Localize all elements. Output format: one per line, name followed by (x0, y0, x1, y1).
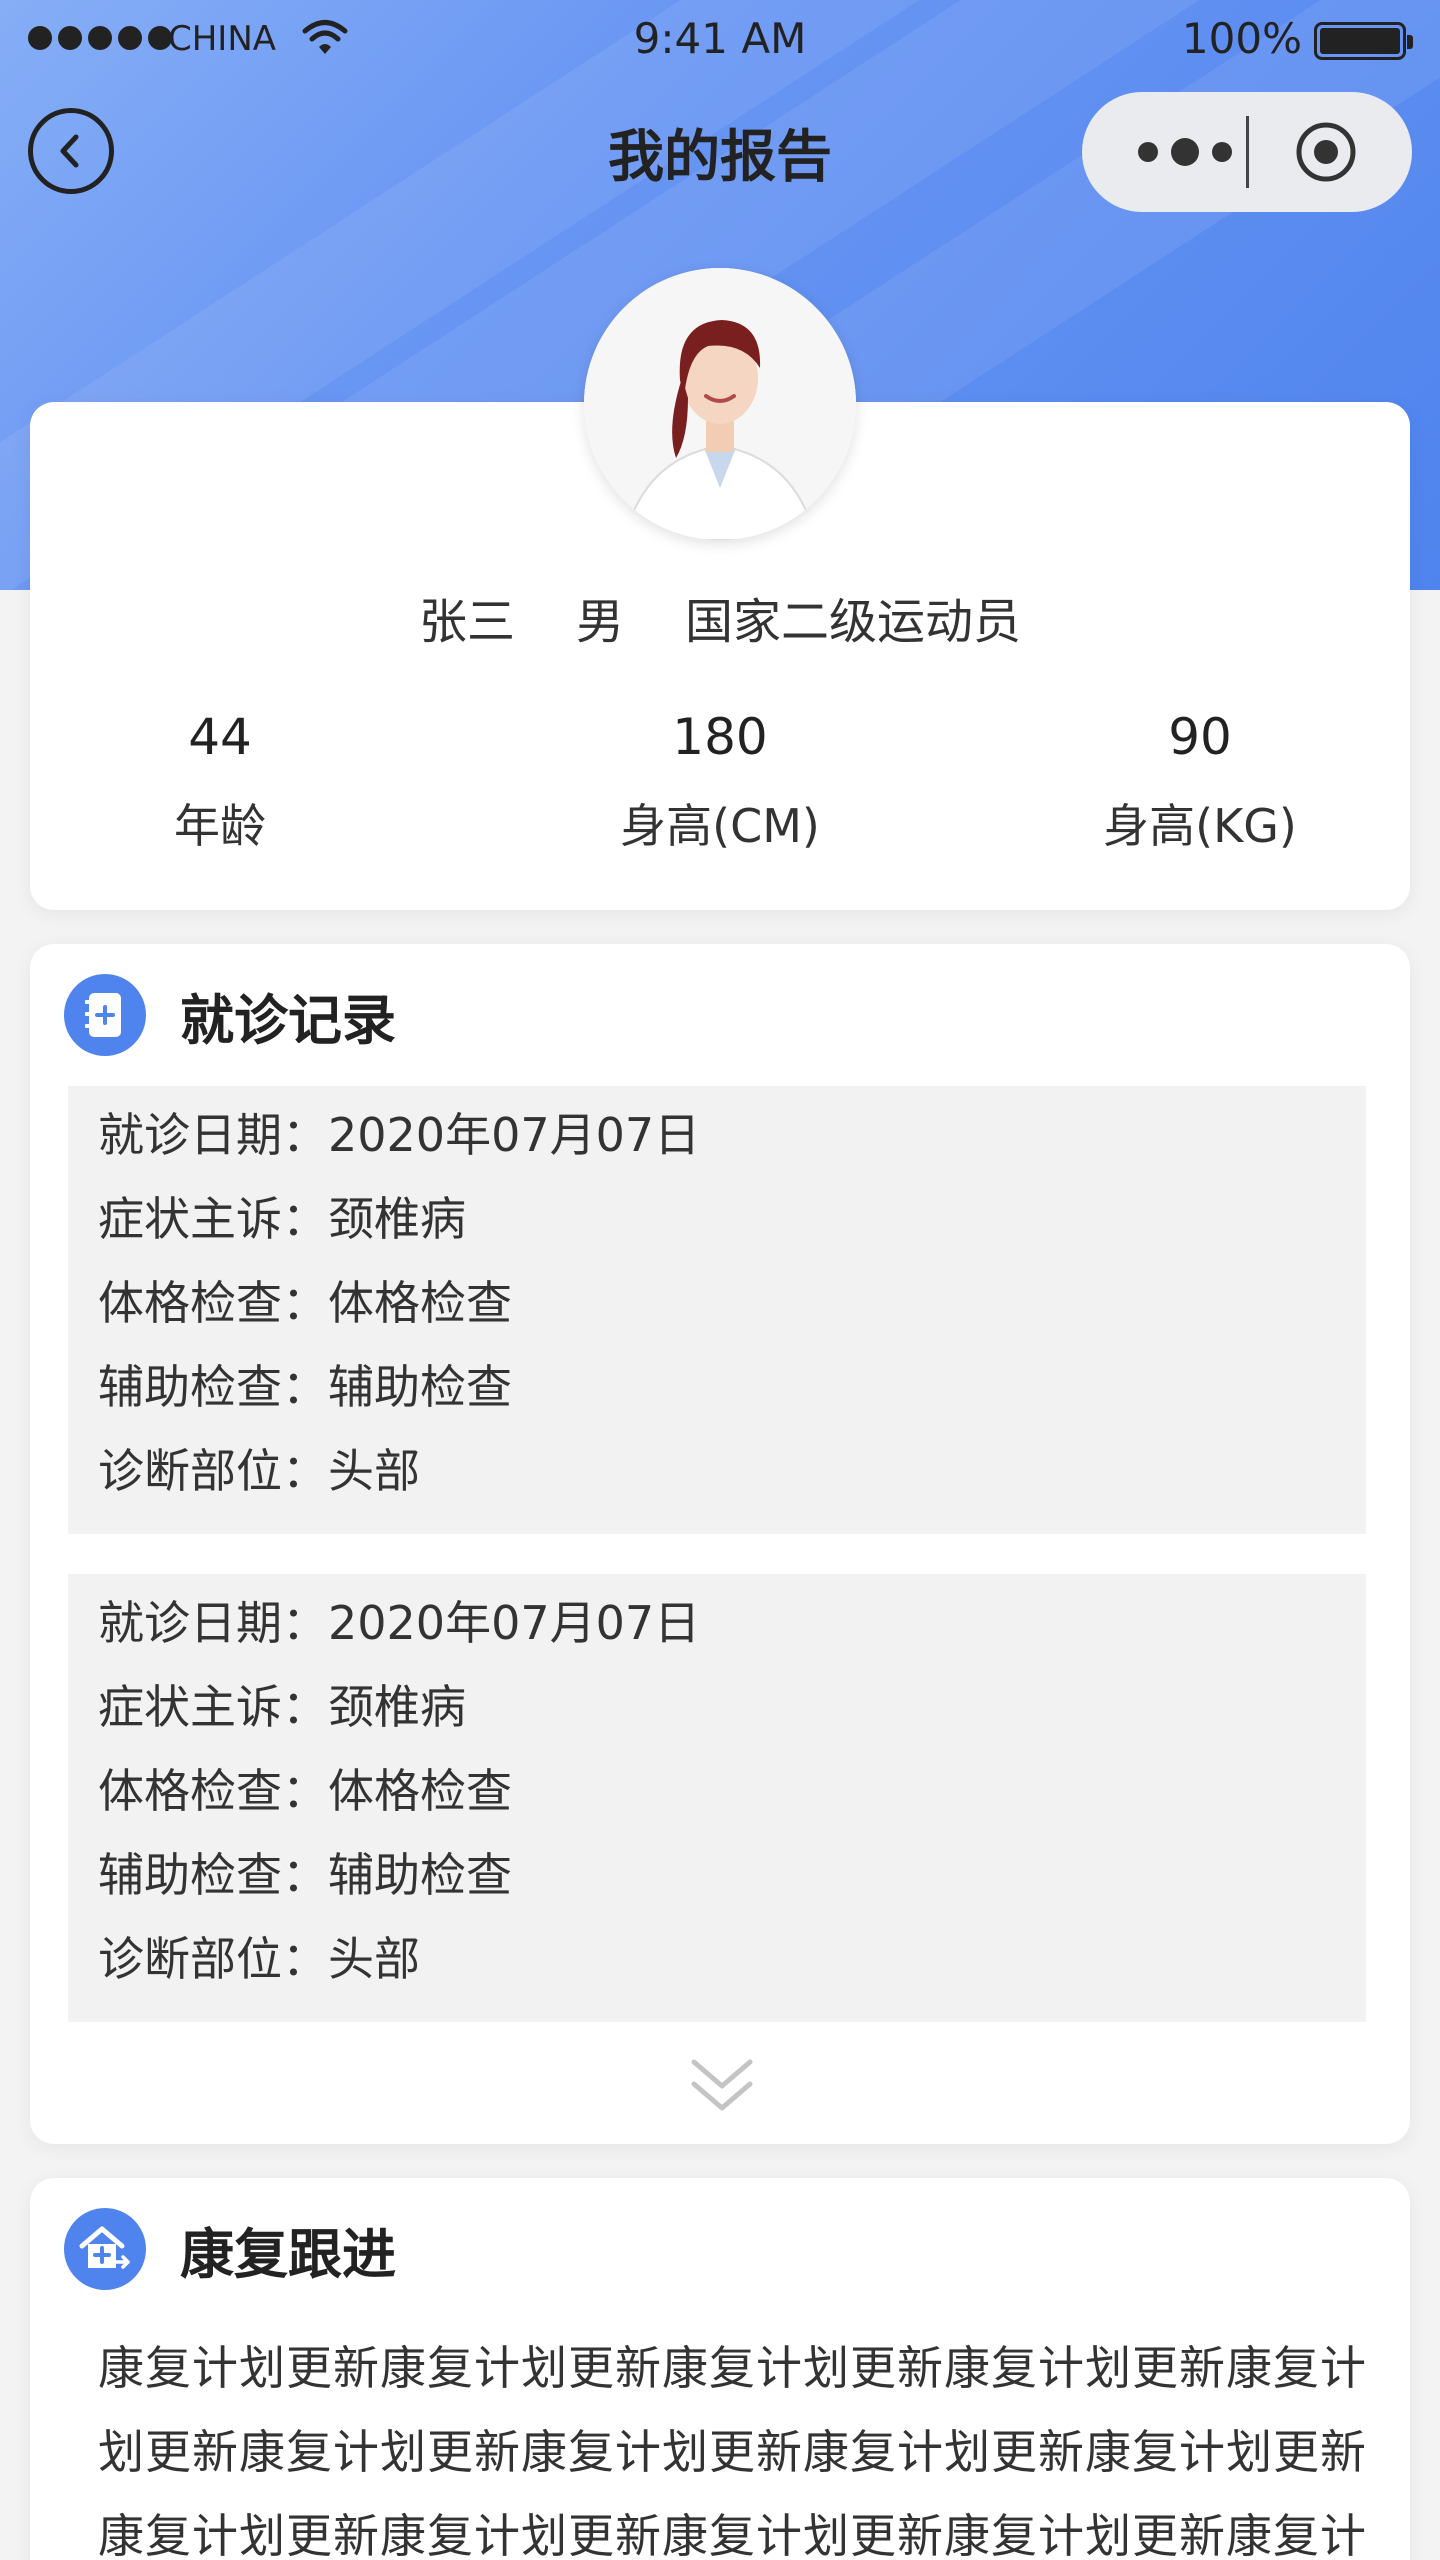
field-label: 体格检查： (98, 1276, 328, 1330)
record-row-complaint: 症状主诉：颈椎病 (98, 1188, 1366, 1272)
mini-program-capsule (1082, 92, 1412, 212)
stat-value: 180 (672, 708, 768, 766)
field-label: 诊断部位： (98, 1444, 328, 1498)
records-header: 就诊记录 (64, 974, 396, 1056)
field-value: 2020年07月07日 (328, 1108, 701, 1162)
stat-label: 身高(CM) (620, 799, 820, 853)
more-dots-icon[interactable] (1130, 136, 1240, 168)
field-label: 就诊日期： (98, 1108, 328, 1162)
stat-weight: 90 身高(KG) (1020, 702, 1380, 856)
stat-value: 90 (1168, 708, 1232, 766)
field-label: 症状主诉： (98, 1680, 328, 1734)
status-bar: CHINA 9:41 AM 100% (0, 0, 1440, 80)
field-label: 诊断部位： (98, 1932, 328, 1986)
target-icon[interactable] (1294, 120, 1358, 184)
field-value: 2020年07月07日 (328, 1596, 701, 1650)
record-row-physical-exam: 体格检查：体格检查 (98, 1760, 1366, 1844)
record-row-physical-exam: 体格检查：体格检查 (98, 1272, 1366, 1356)
record-row-date: 就诊日期：2020年07月07日 (98, 1592, 1366, 1676)
field-value: 头部 (328, 1444, 420, 1498)
record-row-aux-exam: 辅助检查：辅助检查 (98, 1356, 1366, 1440)
notebook-plus-icon (64, 974, 146, 1056)
profile-gender: 男 (575, 594, 624, 650)
record-row-aux-exam: 辅助检查：辅助检查 (98, 1844, 1366, 1928)
field-value: 头部 (328, 1932, 420, 1986)
field-label: 症状主诉： (98, 1192, 328, 1246)
battery-icon (1314, 22, 1413, 60)
record-row-diagnosis-site: 诊断部位：头部 (98, 1928, 1366, 2012)
record-row-diagnosis-site: 诊断部位：头部 (98, 1440, 1366, 1524)
profile-level: 国家二级运动员 (685, 594, 1022, 650)
field-value: 辅助检查 (328, 1848, 512, 1902)
stat-label: 年龄 (174, 799, 266, 853)
field-label: 辅助检查： (98, 1360, 328, 1414)
field-value: 颈椎病 (328, 1680, 466, 1734)
visit-record[interactable]: 就诊日期：2020年07月07日 症状主诉：颈椎病 体格检查：体格检查 辅助检查… (68, 1574, 1366, 2022)
rehab-followup-card: 康复跟进 康复计划更新康复计划更新康复计划更新康复计划更新康复计划更新康复计划更… (30, 2178, 1410, 2560)
records-title: 就诊记录 (180, 988, 396, 1052)
field-label: 就诊日期： (98, 1596, 328, 1650)
profile-info-line: 张三 男 国家二级运动员 (30, 582, 1410, 652)
rehab-header: 康复跟进 (64, 2208, 396, 2290)
record-row-date: 就诊日期：2020年07月07日 (98, 1104, 1366, 1188)
field-label: 辅助检查： (98, 1848, 328, 1902)
avatar (584, 268, 856, 540)
visit-record[interactable]: 就诊日期：2020年07月07日 症状主诉：颈椎病 体格检查：体格检查 辅助检查… (68, 1086, 1366, 1534)
battery-percent: 100% (1181, 14, 1302, 63)
rehab-plan-text: 康复计划更新康复计划更新康复计划更新康复计划更新康复计划更新康复计划更新康复计划… (98, 2341, 1367, 2560)
field-value: 体格检查 (328, 1276, 512, 1330)
stat-age: 44 年龄 (40, 702, 400, 856)
double-chevron-down-icon[interactable] (690, 2056, 754, 2116)
rehab-title: 康复跟进 (180, 2222, 396, 2286)
visit-records-card: 就诊记录 就诊日期：2020年07月07日 症状主诉：颈椎病 体格检查：体格检查… (30, 944, 1410, 2144)
record-row-complaint: 症状主诉：颈椎病 (98, 1676, 1366, 1760)
stat-label: 身高(KG) (1103, 799, 1297, 853)
stat-value: 44 (188, 708, 252, 766)
field-label: 体格检查： (98, 1764, 328, 1818)
field-value: 体格检查 (328, 1764, 512, 1818)
report-page: CHINA 9:41 AM 100% 我的报告 张三 男 国家二级运动员 44 … (0, 0, 1440, 2560)
field-value: 辅助检查 (328, 1360, 512, 1414)
house-plus-icon (64, 2208, 146, 2290)
profile-name: 张三 (418, 594, 515, 650)
field-value: 颈椎病 (328, 1192, 466, 1246)
stat-height: 180 身高(CM) (540, 702, 900, 856)
